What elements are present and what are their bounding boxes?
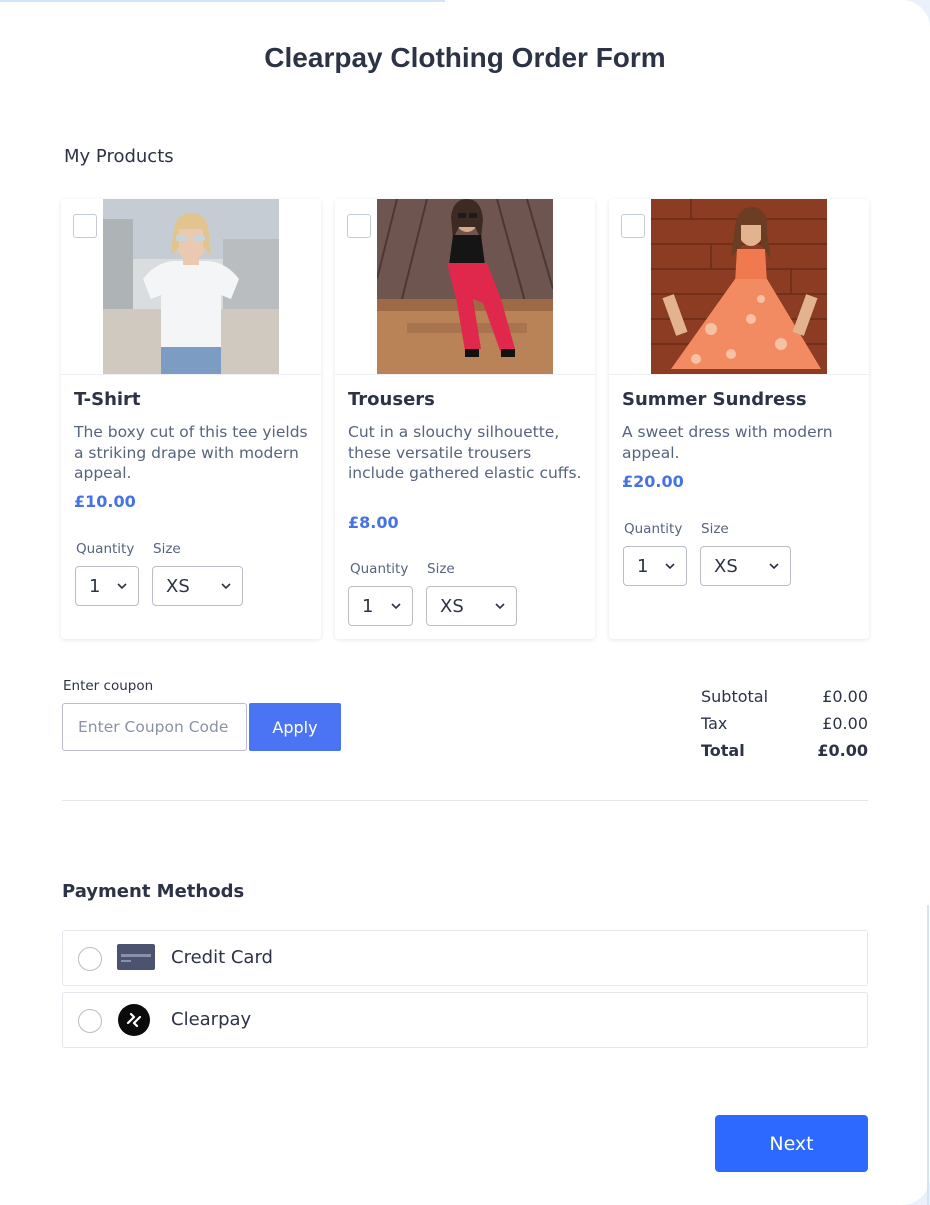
form-page: Clearpay Clothing Order Form My Products bbox=[0, 0, 930, 1205]
product-image-trousers bbox=[377, 199, 553, 374]
clearpay-radio[interactable] bbox=[78, 1009, 102, 1033]
product-description: Cut in a slouchy silhouette, these versa… bbox=[348, 423, 582, 482]
size-label: Size bbox=[427, 561, 455, 577]
product-description: The boxy cut of this tee yields a striki… bbox=[74, 423, 308, 482]
product-image-frame bbox=[335, 199, 595, 375]
quantity-select[interactable]: 1 bbox=[348, 586, 413, 626]
chevron-down-icon bbox=[221, 583, 231, 590]
coupon-label: Enter coupon bbox=[63, 678, 154, 694]
size-value: XS bbox=[714, 556, 738, 577]
total-value: £0.00 bbox=[817, 741, 868, 760]
chevron-down-icon bbox=[391, 603, 401, 610]
quantity-label: Quantity bbox=[624, 521, 683, 537]
size-label: Size bbox=[153, 541, 181, 557]
product-select-checkbox[interactable] bbox=[73, 214, 97, 238]
product-name: Summer Sundress bbox=[622, 389, 807, 410]
product-price: £20.00 bbox=[622, 472, 684, 491]
size-value: XS bbox=[440, 596, 464, 617]
product-name: Trousers bbox=[348, 389, 435, 410]
right-border-line bbox=[927, 905, 929, 1205]
chevron-down-icon bbox=[665, 563, 675, 570]
product-image-tshirt bbox=[103, 199, 279, 374]
quantity-label: Quantity bbox=[76, 541, 135, 557]
product-card-sundress: Summer Sundress A sweet dress with moder… bbox=[609, 199, 869, 639]
product-card-tshirt: T-Shirt The boxy cut of this tee yields … bbox=[61, 199, 321, 639]
top-border-line bbox=[0, 0, 445, 2]
quantity-value: 1 bbox=[362, 596, 374, 617]
size-select[interactable]: XS bbox=[426, 586, 517, 626]
next-button[interactable]: Next bbox=[715, 1115, 868, 1172]
page-title: Clearpay Clothing Order Form bbox=[264, 42, 666, 73]
product-price: £10.00 bbox=[74, 492, 136, 511]
size-value: XS bbox=[166, 576, 190, 597]
credit-card-label: Credit Card bbox=[171, 947, 273, 968]
quantity-value: 1 bbox=[637, 556, 649, 577]
subtotal-value: £0.00 bbox=[822, 687, 868, 706]
clearpay-label: Clearpay bbox=[171, 1009, 252, 1030]
credit-card-icon bbox=[117, 942, 155, 976]
product-price: £8.00 bbox=[348, 513, 399, 532]
quantity-value: 1 bbox=[89, 576, 101, 597]
quantity-select[interactable]: 1 bbox=[75, 566, 139, 606]
coupon-input[interactable] bbox=[62, 703, 247, 751]
product-description: A sweet dress with modern appeal. bbox=[622, 423, 833, 462]
product-name: T-Shirt bbox=[74, 389, 141, 410]
payment-option-clearpay[interactable]: Clearpay bbox=[62, 992, 868, 1048]
product-image-sundress bbox=[651, 199, 827, 374]
product-card-trousers: Trousers Cut in a slouchy silhouette, th… bbox=[335, 199, 595, 639]
products-section-label: My Products bbox=[64, 146, 174, 167]
clearpay-logo-icon bbox=[117, 1004, 151, 1041]
chevron-down-icon bbox=[495, 603, 505, 610]
apply-coupon-button[interactable]: Apply bbox=[249, 703, 341, 751]
total-label: Total bbox=[701, 741, 745, 760]
subtotal-label: Subtotal bbox=[701, 687, 769, 706]
size-select[interactable]: XS bbox=[152, 566, 243, 606]
product-select-checkbox[interactable] bbox=[621, 214, 645, 238]
quantity-select[interactable]: 1 bbox=[623, 546, 687, 586]
tax-value: £0.00 bbox=[822, 714, 868, 733]
size-label: Size bbox=[701, 521, 729, 537]
payment-option-credit-card[interactable]: Credit Card bbox=[62, 930, 868, 986]
quantity-label: Quantity bbox=[350, 561, 409, 577]
product-image-frame bbox=[609, 199, 869, 375]
product-select-checkbox[interactable] bbox=[347, 214, 371, 238]
tax-label: Tax bbox=[701, 714, 728, 733]
chevron-down-icon bbox=[117, 583, 127, 590]
product-image-frame bbox=[61, 199, 321, 375]
credit-card-radio[interactable] bbox=[78, 947, 102, 971]
size-select[interactable]: XS bbox=[700, 546, 791, 586]
section-divider bbox=[62, 800, 868, 801]
payment-methods-title: Payment Methods bbox=[62, 881, 245, 902]
chevron-down-icon bbox=[769, 563, 779, 570]
